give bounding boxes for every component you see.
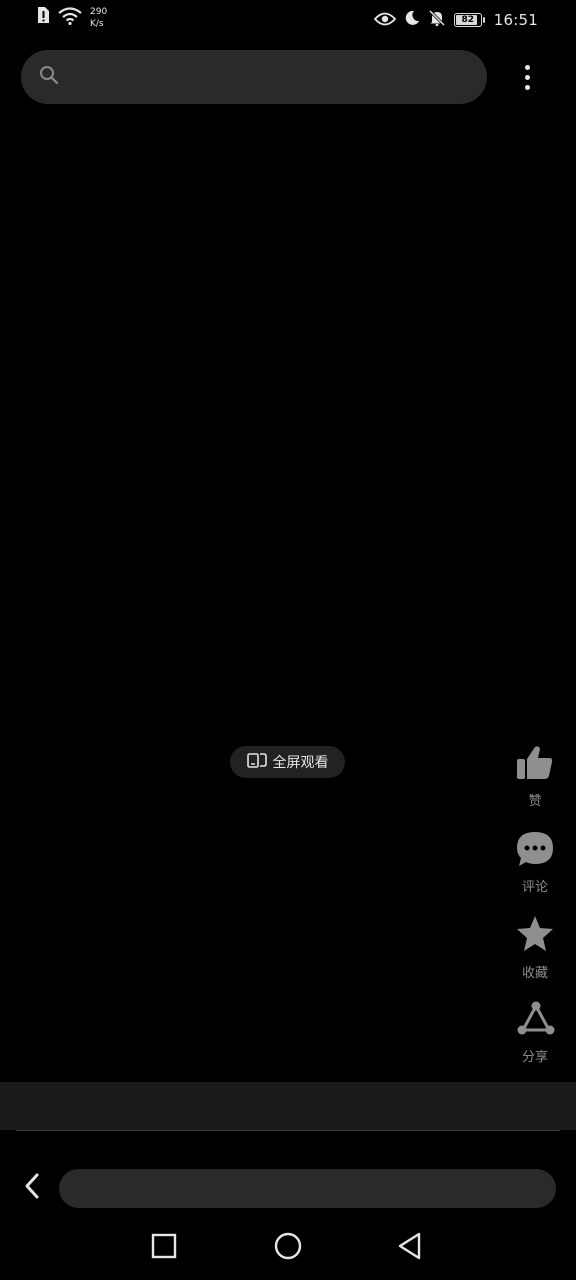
status-left: 290 K/s — [36, 6, 107, 30]
clock: 16:51 — [493, 11, 538, 29]
more-vertical-icon-dot-2 — [524, 74, 530, 80]
status-right: 82 16:51 — [373, 9, 538, 31]
comment-button[interactable]: 评论 — [508, 830, 562, 895]
comment-label: 评论 — [521, 880, 548, 895]
star-icon — [515, 914, 555, 958]
battery-icon: 82 — [453, 13, 485, 27]
fullscreen-icon — [246, 751, 267, 773]
favorite-label: 收藏 — [521, 966, 548, 981]
recents-button[interactable] — [144, 1230, 184, 1266]
chevron-left-icon — [23, 1172, 41, 1204]
circle-home-icon — [273, 1231, 303, 1265]
divider — [16, 1130, 560, 1131]
network-speed: 290 K/s — [90, 6, 107, 30]
video-area[interactable] — [0, 110, 576, 1080]
system-navigation-bar — [0, 1218, 576, 1280]
share-icon — [515, 1000, 555, 1042]
alert-icon — [36, 6, 50, 28]
like-label: 赞 — [528, 794, 542, 809]
screen: 290 K/s 82 16:51 全屏观看 赞 评论 收藏 分享 — [0, 0, 576, 1280]
fullscreen-label: 全屏观看 — [272, 755, 329, 771]
status-bar: 290 K/s 82 16:51 — [0, 0, 576, 40]
favorite-button[interactable]: 收藏 — [508, 914, 562, 981]
search-icon — [39, 65, 59, 89]
back-button[interactable] — [14, 1170, 50, 1206]
comment-input[interactable] — [59, 1169, 556, 1208]
moon-icon — [404, 10, 420, 30]
more-vertical-icon-dot-1 — [524, 64, 530, 70]
bell-off-icon — [428, 9, 446, 31]
eye-icon — [373, 11, 396, 30]
share-label: 分享 — [521, 1050, 548, 1065]
triangle-back-icon — [397, 1232, 423, 1264]
system-back-button[interactable] — [390, 1230, 430, 1266]
search-input[interactable] — [59, 49, 487, 105]
fullscreen-button[interactable]: 全屏观看 — [230, 746, 345, 778]
wifi-icon — [58, 7, 82, 29]
square-recents-icon — [151, 1233, 177, 1263]
like-button[interactable]: 赞 — [508, 744, 562, 809]
network-speed-value: 290 — [90, 7, 108, 17]
network-speed-unit: K/s — [90, 19, 104, 29]
battery-level: 82 — [461, 14, 475, 25]
share-button[interactable]: 分享 — [508, 1000, 562, 1065]
more-menu-button[interactable] — [514, 60, 540, 94]
comment-icon — [515, 830, 555, 872]
thumbs-up-icon — [515, 744, 555, 786]
content-band — [0, 1082, 576, 1130]
more-vertical-icon-dot-3 — [524, 84, 530, 90]
home-button[interactable] — [268, 1230, 308, 1266]
search-bar[interactable] — [21, 49, 487, 105]
